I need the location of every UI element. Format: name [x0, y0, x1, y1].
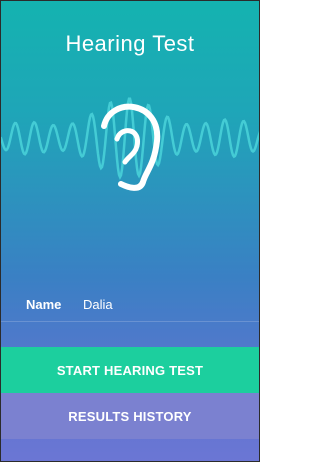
name-value[interactable]: Dalia — [83, 297, 113, 312]
hearing-test-screen: Hearing Test Name Dalia START HEARING TE… — [0, 0, 260, 462]
ear-icon — [101, 103, 161, 191]
divider — [1, 321, 259, 322]
results-history-button[interactable]: RESULTS HISTORY — [1, 393, 259, 439]
name-field[interactable]: Name Dalia — [26, 297, 113, 312]
name-label: Name — [26, 297, 62, 312]
start-hearing-test-button[interactable]: START HEARING TEST — [1, 347, 259, 393]
page-title: Hearing Test — [65, 31, 195, 56]
